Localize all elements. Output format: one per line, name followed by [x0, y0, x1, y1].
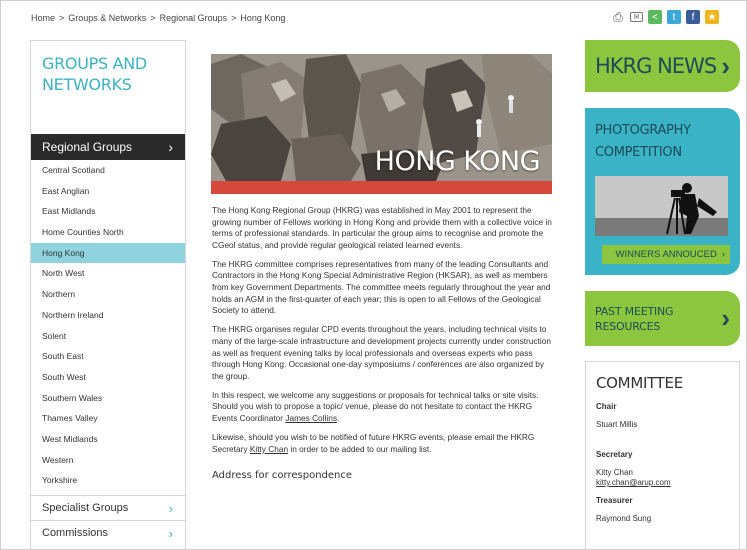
- secretary-details: Kitty Chan kitty.chan@arup.com: [596, 468, 729, 488]
- breadcrumb-groups-networks[interactable]: Groups & Networks: [68, 13, 146, 23]
- sidebar-item-northern-ireland[interactable]: Northern Ireland: [31, 305, 185, 326]
- events-coordinator-link[interactable]: James Collins: [285, 413, 337, 423]
- past-meeting-line-1: PAST MEETING: [595, 304, 674, 318]
- hero-accent-bar: [211, 181, 552, 194]
- chair-name: Stuart Millis: [596, 420, 638, 429]
- share-toolbar: ⎙ ✉ < t f ★: [611, 10, 719, 24]
- secretary-email-link[interactable]: kitty.chan@arup.com: [596, 478, 671, 487]
- commissions-link[interactable]: Commissions ›: [31, 520, 185, 545]
- breadcrumb-current: Hong Kong: [240, 13, 286, 23]
- past-meeting-line-2: RESOURCES: [595, 319, 661, 333]
- sharethis-icon[interactable]: <: [648, 10, 662, 24]
- regional-groups-header[interactable]: Regional Groups ›: [31, 134, 185, 160]
- sidebar-item-east-midlands[interactable]: East Midlands: [31, 201, 185, 222]
- secretary-role: Secretary: [596, 450, 633, 459]
- treasurer-role: Treasurer: [596, 496, 633, 505]
- sidebar-item-western[interactable]: Western: [31, 450, 185, 471]
- photography-label: PHOTOGRAPHY: [595, 123, 691, 138]
- specialist-groups-label: Specialist Groups: [42, 502, 129, 514]
- sidebar-item-south-east[interactable]: South East: [31, 346, 185, 367]
- secretary-name: Kitty Chan: [596, 468, 633, 477]
- chevron-right-icon: ›: [721, 249, 725, 260]
- sidebar-item-central-scotland[interactable]: Central Scotland: [31, 160, 185, 181]
- sidebar-item-southern-wales[interactable]: Southern Wales: [31, 388, 185, 409]
- paragraph-intro: The Hong Kong Regional Group (HKRG) was …: [212, 205, 552, 250]
- competition-label: COMPETITION: [595, 145, 682, 160]
- sidebar-item-east-anglian[interactable]: East Anglian: [31, 181, 185, 202]
- sidebar-title: GROUPS AND NETWORKS: [42, 54, 147, 94]
- sidebar-item-north-west[interactable]: North West: [31, 263, 185, 284]
- regional-groups-label: Regional Groups: [42, 140, 133, 154]
- paragraph-committee: The HKRG committee comprises representat…: [212, 258, 551, 316]
- sidebar-item-solent[interactable]: Solent: [31, 326, 185, 347]
- groups-sidebar: GROUPS AND NETWORKS Regional Groups › Ce…: [30, 40, 186, 550]
- hero-image: HONG KONG: [211, 54, 552, 181]
- sidebar-item-home-counties-north[interactable]: Home Counties North: [31, 222, 185, 243]
- breadcrumb-separator: >: [231, 13, 237, 23]
- past-meeting-resources-tile[interactable]: PAST MEETING RESOURCES ›: [585, 291, 740, 346]
- twitter-icon[interactable]: t: [667, 10, 681, 24]
- chevron-right-icon: ›: [721, 303, 730, 333]
- suggestions-end: .: [336, 413, 340, 423]
- regional-groups-list: Central Scotland East Anglian East Midla…: [31, 160, 185, 491]
- secretary-link[interactable]: Kitty Chan: [250, 444, 288, 454]
- facebook-icon[interactable]: f: [686, 10, 700, 24]
- winners-announced-button[interactable]: WINNERS ANNOUCED ›: [602, 245, 730, 264]
- photographer-image: [595, 176, 728, 236]
- breadcrumb-regional-groups[interactable]: Regional Groups: [160, 13, 228, 23]
- chevron-right-icon: ›: [168, 525, 173, 541]
- photographer-silhouette: [595, 176, 728, 236]
- mailing-end: in order to be added to our mailing list…: [288, 443, 432, 454]
- chair-role: Chair: [596, 402, 617, 411]
- address-heading: Address for correspondence: [212, 470, 353, 482]
- breadcrumb-separator: >: [59, 13, 65, 23]
- suggestions-text: In this respect, we welcome any suggesti…: [212, 389, 539, 423]
- breadcrumb-home[interactable]: Home: [31, 13, 55, 23]
- past-meeting-label: PAST MEETING RESOURCES: [595, 304, 674, 334]
- commissions-label: Commissions: [42, 527, 109, 539]
- hkrg-news-tile[interactable]: HKRG NEWS ›: [585, 40, 740, 92]
- email-icon[interactable]: ✉: [630, 12, 643, 22]
- sidebar-item-northern[interactable]: Northern: [31, 284, 185, 305]
- paragraph-events: The HKRG organises regular CPD events th…: [212, 324, 551, 381]
- sidebar-item-west-midlands[interactable]: West Midlands: [31, 429, 185, 450]
- bookmark-icon[interactable]: ★: [705, 10, 719, 24]
- treasurer-name: Raymond Sung: [596, 514, 652, 523]
- breadcrumb: Home > Groups & Networks > Regional Groups > H…: [31, 13, 285, 23]
- paragraph-mailing: Likewise, should you wish to be notified…: [212, 432, 552, 455]
- sidebar-item-thames-valley[interactable]: Thames Valley: [31, 408, 185, 429]
- specialist-groups-link[interactable]: Specialist Groups ›: [31, 495, 185, 520]
- print-icon[interactable]: ⎙: [611, 10, 625, 24]
- sidebar-item-south-west[interactable]: South West: [31, 367, 185, 388]
- winners-label: WINNERS ANNOUCED: [615, 249, 717, 260]
- photography-competition-tile[interactable]: PHOTOGRAPHY COMPETITION WINNERS ANNOUCED…: [585, 108, 740, 275]
- chevron-right-icon: ›: [721, 50, 730, 81]
- main-content: The Hong Kong Regional Group (HKRG) was …: [212, 205, 552, 482]
- chevron-right-icon: ›: [168, 500, 173, 516]
- committee-panel: COMMITTEE Chair Stuart Millis Secretary …: [585, 361, 740, 550]
- breadcrumb-separator: >: [150, 13, 156, 23]
- sidebar-item-hong-kong[interactable]: Hong Kong: [31, 242, 185, 264]
- hkrg-news-label: HKRG NEWS: [595, 54, 717, 78]
- sidebar-item-yorkshire[interactable]: Yorkshire: [31, 470, 185, 491]
- committee-title: COMMITTEE: [596, 374, 683, 392]
- hero-title: HONG KONG: [374, 146, 541, 177]
- chevron-right-icon: ›: [168, 139, 173, 155]
- paragraph-suggestions: In this respect, we welcome any suggesti…: [212, 390, 552, 425]
